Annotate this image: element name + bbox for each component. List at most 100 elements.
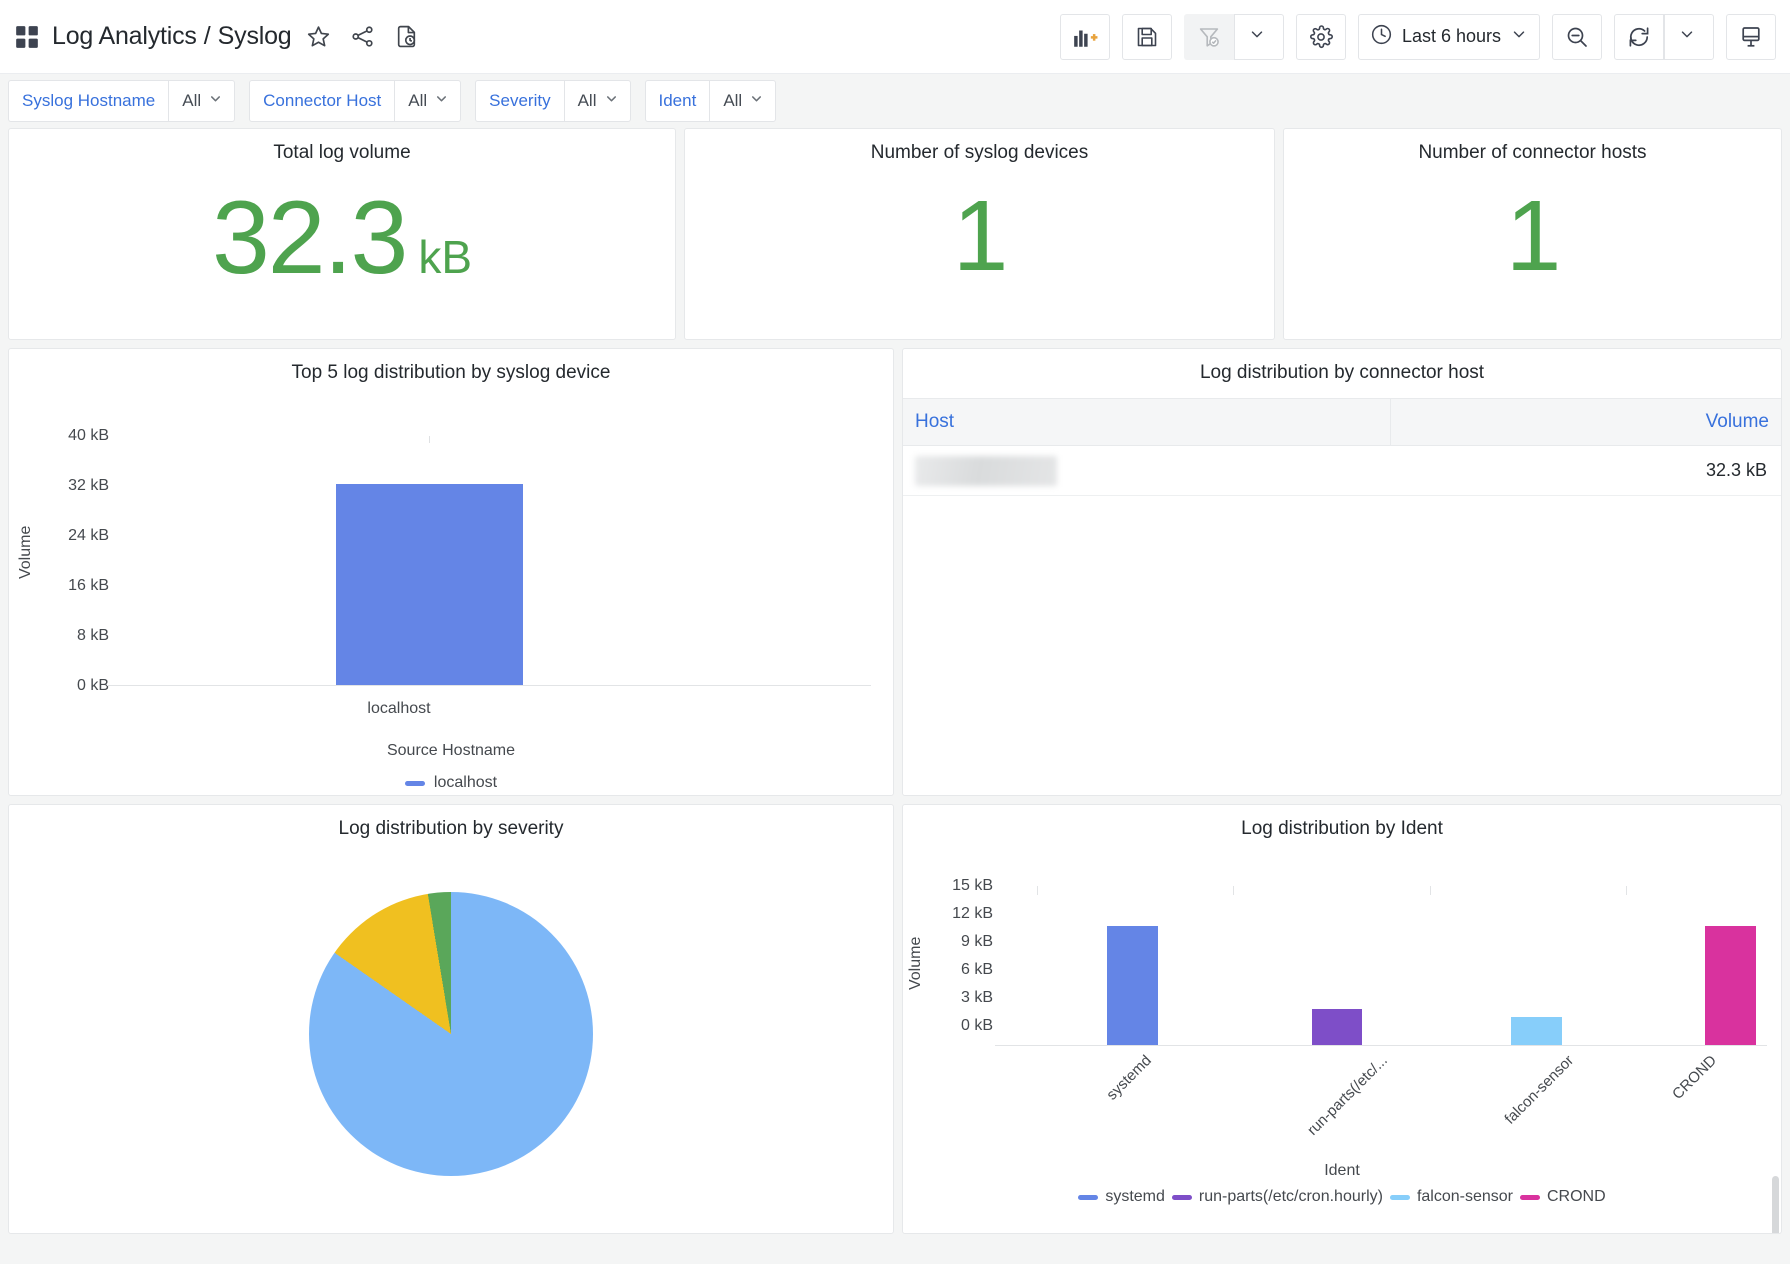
legend-item-crond[interactable]: CROND (1520, 1188, 1606, 1206)
variable-severity: Severity All (475, 80, 630, 122)
variable-label: Syslog Hostname (8, 80, 168, 122)
x-category-label: run-parts(/etc/... (1304, 1052, 1391, 1139)
panel-number-of-syslog-devices[interactable]: Number of syslog devices 1 (684, 128, 1275, 340)
panel-title: Top 5 log distribution by syslog device (9, 349, 893, 384)
redacted-host-value (915, 456, 1057, 486)
panel-top5-log-distribution-by-syslog-device[interactable]: Top 5 log distribution by syslog device … (8, 348, 894, 796)
clock-icon (1370, 23, 1393, 51)
variable-value-dropdown[interactable]: All (564, 80, 631, 122)
table-header-row: Host Volume (903, 398, 1781, 446)
stat-value-group: 32.3 kB (9, 186, 675, 290)
legend-label: CROND (1547, 1188, 1606, 1206)
x-axis-label: Source Hostname (9, 742, 893, 760)
pie-slices[interactable] (309, 892, 593, 1176)
bottom-panel-row: Log distribution by severity info Value:… (8, 804, 1782, 1234)
legend-label: run-parts(/etc/cron.hourly) (1199, 1188, 1383, 1206)
cell-host (903, 446, 1391, 495)
refresh-button[interactable] (1614, 14, 1664, 60)
time-range-picker[interactable]: Last 6 hours (1358, 14, 1540, 60)
ident-bar-chart: Volume 15 kB 12 kB 9 kB 6 kB 3 kB 0 kB (903, 840, 1781, 1234)
bar-crond[interactable] (1705, 926, 1756, 1045)
variable-value-dropdown[interactable]: All (168, 80, 235, 122)
document-clock-icon[interactable] (390, 20, 424, 54)
legend-label: systemd (1105, 1188, 1165, 1206)
legend-scrollbar[interactable] (1772, 1176, 1779, 1234)
legend-label[interactable]: localhost (434, 774, 497, 792)
dashboard-grid: Total log volume 32.3 kB Number of syslo… (0, 128, 1790, 1234)
template-variables-bar: Syslog Hostname All Connector Host All S… (0, 74, 1790, 128)
legend-swatch (1520, 1195, 1540, 1200)
legend-label: falcon-sensor (1417, 1188, 1513, 1206)
panel-total-log-volume[interactable]: Total log volume 32.3 kB (8, 128, 676, 340)
dashboard-settings-button[interactable] (1296, 14, 1346, 60)
plot-area (107, 436, 871, 686)
y-axis: 40 kB 32 kB 24 kB 16 kB 8 kB 0 kB (53, 436, 109, 686)
variable-value-dropdown[interactable]: All (394, 80, 461, 122)
bar-localhost[interactable] (336, 484, 523, 685)
chevron-down-icon (1248, 25, 1270, 48)
share-icon[interactable] (346, 20, 380, 54)
kiosk-mode-button[interactable] (1726, 14, 1776, 60)
table-row[interactable]: 32.3 kB (903, 446, 1781, 496)
y-axis-label: Volume (17, 526, 35, 579)
bar-systemd[interactable] (1107, 926, 1158, 1045)
breadcrumb-separator: / (204, 22, 211, 51)
legend-item-systemd[interactable]: systemd (1078, 1188, 1165, 1206)
variable-ident: Ident All (645, 80, 777, 122)
filter-dropdown-button[interactable] (1234, 14, 1284, 60)
column-header-host[interactable]: Host (903, 399, 1391, 445)
middle-panel-row: Top 5 log distribution by syslog device … (8, 348, 1782, 796)
dashboards-grid-icon[interactable] (14, 24, 40, 50)
plot-area (995, 886, 1767, 1046)
y-axis-label: Volume (907, 937, 925, 990)
panel-log-distribution-by-severity[interactable]: Log distribution by severity info Value:… (8, 804, 894, 1234)
y-tick: 0 kB (961, 1017, 993, 1035)
pie-chart: info Value: 27.4 notice Value: 4.13 warn… (9, 840, 893, 1234)
zoom-out-time-button[interactable] (1552, 14, 1602, 60)
variable-syslog-hostname: Syslog Hostname All (8, 80, 235, 122)
toolbar: Last 6 hours (1048, 14, 1776, 60)
legend-swatch (1172, 1195, 1192, 1200)
y-tick: 32 kB (68, 477, 109, 495)
panel-log-distribution-by-connector-host[interactable]: Log distribution by connector host Host … (902, 348, 1782, 796)
add-panel-button[interactable] (1060, 14, 1110, 60)
nav-left-group: Log Analytics / Syslog (8, 20, 1048, 54)
chart-legend: localhost (9, 774, 893, 792)
y-tick: 16 kB (68, 577, 109, 595)
y-axis: 15 kB 12 kB 9 kB 6 kB 3 kB 0 kB (933, 886, 993, 1046)
y-tick: 9 kB (961, 933, 993, 951)
refresh-interval-dropdown[interactable] (1664, 14, 1714, 60)
star-icon[interactable] (302, 20, 336, 54)
chevron-down-icon (749, 91, 764, 111)
bar-run-parts[interactable] (1312, 1009, 1363, 1045)
stat-value: 32.3 (212, 186, 406, 290)
panel-number-of-connector-hosts[interactable]: Number of connector hosts 1 (1283, 128, 1782, 340)
connector-host-table: Host Volume 32.3 kB (903, 398, 1781, 496)
variable-value-dropdown[interactable]: All (709, 80, 776, 122)
column-header-volume[interactable]: Volume (1391, 399, 1781, 445)
variable-label: Connector Host (249, 80, 394, 122)
panel-title: Total log volume (9, 129, 675, 164)
breadcrumb-root[interactable]: Log Analytics (52, 22, 197, 51)
x-tick-mark (429, 436, 430, 443)
x-category-label: localhost (367, 700, 430, 718)
cell-volume: 32.3 kB (1391, 460, 1781, 481)
x-axis-label: Ident (903, 1162, 1781, 1180)
variable-label: Ident (645, 80, 710, 122)
panel-log-distribution-by-ident[interactable]: Log distribution by Ident Volume 15 kB 1… (902, 804, 1782, 1234)
save-dashboard-button[interactable] (1122, 14, 1172, 60)
panel-title: Log distribution by Ident (903, 805, 1781, 840)
y-tick: 15 kB (952, 877, 993, 895)
bar-falcon-sensor[interactable] (1511, 1017, 1562, 1045)
panel-title: Number of syslog devices (685, 129, 1274, 164)
y-tick: 12 kB (952, 905, 993, 923)
y-tick: 0 kB (77, 677, 109, 695)
variable-connector-host: Connector Host All (249, 80, 461, 122)
breadcrumb-current[interactable]: Syslog (218, 22, 292, 51)
legend-item-run-parts[interactable]: run-parts(/etc/cron.hourly) (1172, 1188, 1383, 1206)
variable-value: All (723, 91, 742, 111)
filter-toggle-button[interactable] (1184, 14, 1234, 60)
x-category-label: systemd (1103, 1052, 1155, 1104)
legend-item-falcon-sensor[interactable]: falcon-sensor (1390, 1188, 1513, 1206)
y-tick: 3 kB (961, 989, 993, 1007)
